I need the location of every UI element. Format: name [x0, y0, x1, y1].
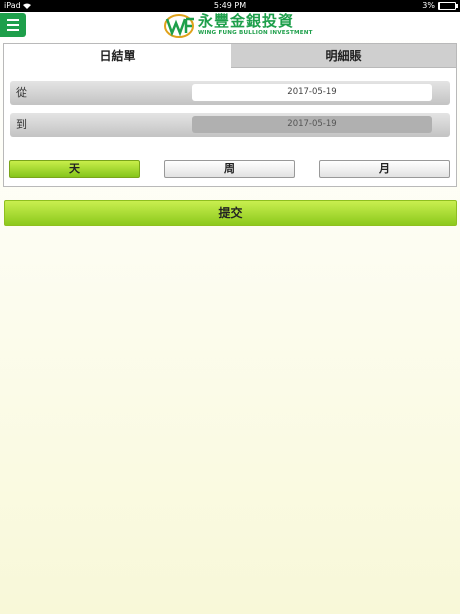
- brand-name-chinese: 永豐金銀投資: [198, 12, 295, 30]
- period-month-button[interactable]: 月: [319, 160, 450, 178]
- brand-logo: 永豐金銀投資 WING FUNG BULLION INVESTMENT: [164, 13, 314, 39]
- from-date-field[interactable]: 2017-05-19: [192, 84, 432, 101]
- to-date-row: 到 2017-05-19: [10, 113, 450, 137]
- hamburger-icon-line: [7, 24, 19, 26]
- wf-logo-icon: [164, 14, 194, 38]
- statement-panel: 日結單 明細賬 從 2017-05-19 到 2017-05-19 天 周 月: [3, 43, 457, 187]
- hamburger-menu-button[interactable]: [0, 13, 26, 37]
- tab-bar: 日結單 明細賬: [4, 44, 456, 68]
- battery-percent: 3%: [422, 1, 435, 10]
- status-time: 5:49 PM: [213, 1, 247, 10]
- battery-status: 3%: [422, 0, 458, 12]
- tab-details[interactable]: 明細賬: [231, 44, 456, 68]
- status-bar: iPad 5:49 PM 3%: [0, 0, 460, 12]
- from-label: 從: [16, 86, 27, 99]
- hamburger-icon: [7, 19, 19, 21]
- to-date-field: 2017-05-19: [192, 116, 432, 133]
- app-header: 永豐金銀投資 WING FUNG BULLION INVESTMENT: [0, 12, 460, 40]
- brand-name-english: WING FUNG BULLION INVESTMENT: [198, 30, 313, 36]
- tab-daily-statement[interactable]: 日結單: [4, 44, 231, 68]
- period-week-button[interactable]: 周: [164, 160, 295, 178]
- to-label: 到: [16, 118, 27, 131]
- period-day-button[interactable]: 天: [9, 160, 140, 178]
- battery-icon: [438, 2, 458, 10]
- submit-button[interactable]: 提交: [4, 200, 457, 226]
- from-date-row: 從 2017-05-19: [10, 81, 450, 105]
- hamburger-icon-line: [7, 29, 19, 31]
